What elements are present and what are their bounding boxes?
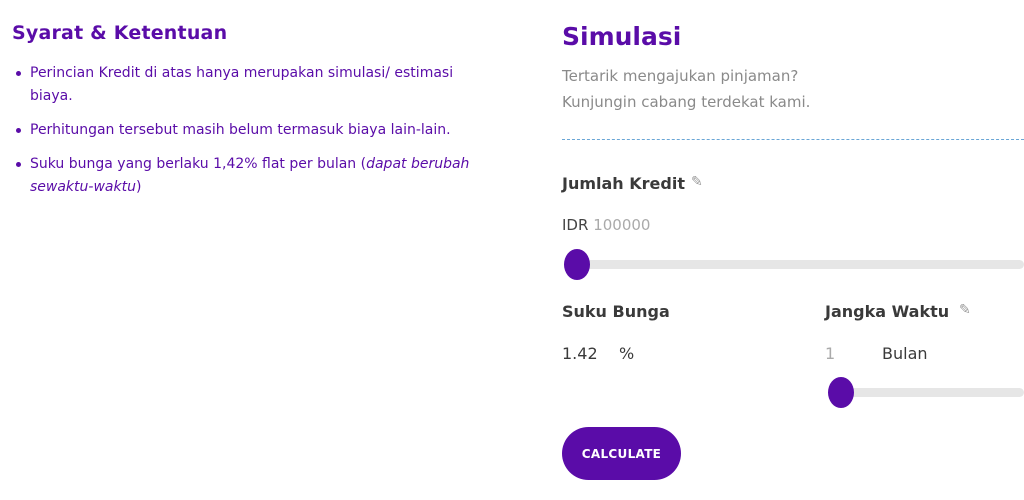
dashed-divider: [562, 139, 1024, 140]
list-item: Suku bunga yang berlaku 1,42% flat per b…: [12, 153, 482, 199]
bullet-icon: [16, 71, 21, 76]
terms-title: Syarat & Ketentuan: [12, 22, 228, 44]
loan-term-unit: Bulan: [882, 344, 928, 363]
list-item: Perincian Kredit di atas hanya merupakan…: [12, 62, 482, 108]
interest-rate-value[interactable]: 1.42: [562, 344, 598, 363]
interest-rate-label: Suku Bunga: [562, 302, 670, 321]
simulation-title: Simulasi: [562, 22, 682, 51]
terms-section: Syarat & Ketentuan Perincian Kredit di a…: [12, 22, 482, 210]
bullet-icon: [16, 128, 21, 133]
terms-item-text: Suku bunga yang berlaku 1,42% flat per b…: [30, 156, 367, 172]
terms-item-close: ): [135, 179, 142, 195]
subtitle-line: Tertarik mengajukan pinjaman?: [562, 67, 799, 85]
simulation-subtitle: Tertarik mengajukan pinjaman? Kunjungin …: [562, 63, 810, 115]
loan-term-slider-track[interactable]: [830, 388, 1024, 397]
loan-amount-field[interactable]: IDR 100000: [562, 216, 650, 234]
simulation-section: Simulasi Tertarik mengajukan pinjaman? K…: [562, 0, 1024, 500]
loan-amount-slider-thumb[interactable]: [564, 249, 590, 280]
terms-item-text: Perhitungan tersebut masih belum termasu…: [30, 122, 451, 138]
loan-amount-label: Jumlah Kredit: [562, 174, 685, 193]
bullet-icon: [16, 162, 21, 167]
list-item: Perhitungan tersebut masih belum termasu…: [12, 119, 482, 142]
currency-label: IDR: [562, 216, 589, 234]
loan-amount-value: 100000: [593, 216, 651, 234]
loan-amount-slider-track[interactable]: [564, 260, 1024, 269]
calculate-button[interactable]: CALCULATE: [562, 427, 681, 480]
loan-term-label: Jangka Waktu: [825, 302, 950, 321]
loan-term-slider-thumb[interactable]: [828, 377, 854, 408]
terms-item-text: Perincian Kredit di atas hanya merupakan…: [30, 65, 454, 104]
loan-term-value[interactable]: 1: [825, 344, 835, 363]
terms-list: Perincian Kredit di atas hanya merupakan…: [12, 62, 482, 199]
interest-rate-unit: %: [619, 344, 635, 363]
pencil-icon[interactable]: ✎: [959, 302, 971, 318]
subtitle-line: Kunjungin cabang terdekat kami.: [562, 93, 811, 111]
pencil-icon[interactable]: ✎: [691, 174, 703, 190]
